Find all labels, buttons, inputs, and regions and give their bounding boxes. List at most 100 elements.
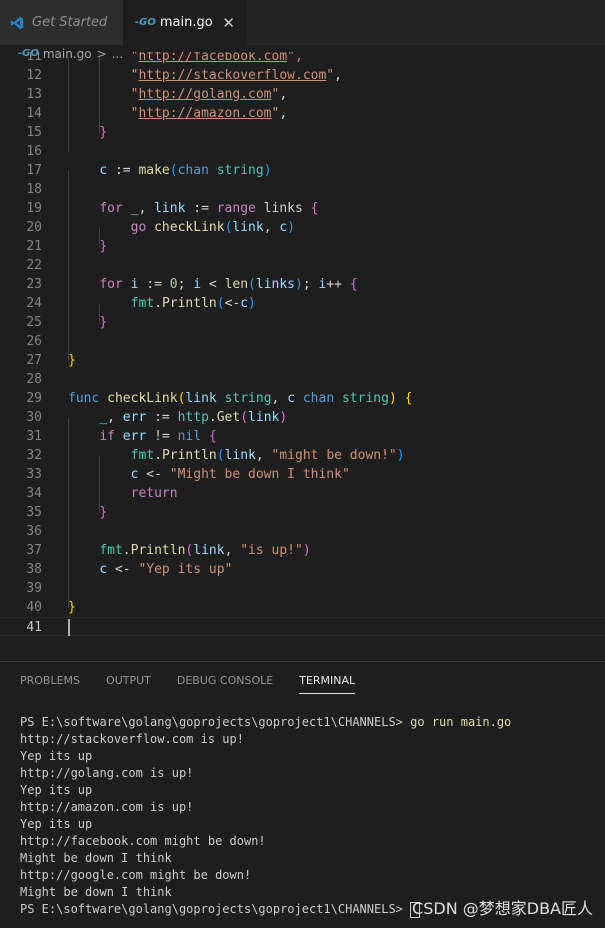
code-text: c := make(chan string) <box>68 161 272 180</box>
code-line[interactable]: 21 } <box>0 237 605 256</box>
code-token: fmt <box>99 543 123 558</box>
tab-debug-console[interactable]: DEBUG CONSOLE <box>177 674 273 694</box>
code-line[interactable]: 32 fmt.Println(link, "might be down!") <box>0 446 605 465</box>
code-editor[interactable]: 11 "http://facebook.com", 12 "http://stac… <box>0 52 605 644</box>
code-line[interactable]: 15 } <box>0 123 605 142</box>
code-token: . <box>154 448 162 463</box>
code-text: } <box>68 503 107 522</box>
code-token: ( <box>216 296 225 311</box>
code-token: ( <box>240 410 249 425</box>
line-number: 41 <box>26 620 42 635</box>
code-line[interactable]: 19 for _, link := range links { <box>0 199 605 218</box>
code-token: for <box>99 277 123 292</box>
code-token: ) <box>263 163 272 178</box>
code-token: { <box>310 201 319 216</box>
code-text: return <box>68 484 178 503</box>
code-line[interactable]: 17 c := make(chan string) <box>0 161 605 180</box>
line-number: 20 <box>26 220 42 235</box>
code-line[interactable]: 25 } <box>0 313 605 332</box>
code-token: { <box>404 391 413 406</box>
tab-get-started[interactable]: Get Started <box>0 0 123 45</box>
code-token: , <box>255 448 272 463</box>
code-line[interactable]: 41 <box>0 617 605 636</box>
code-token: { <box>208 429 217 444</box>
code-token: <- <box>224 296 241 311</box>
line-number: 33 <box>26 467 42 482</box>
code-token: for <box>99 201 123 216</box>
code-text: c <- "Might be down I think" <box>68 465 350 484</box>
code-line[interactable]: 33 c <- "Might be down I think" <box>0 465 605 484</box>
line-number: 19 <box>26 201 42 216</box>
code-line[interactable]: 18 <box>0 180 605 199</box>
code-line[interactable]: 14 "http://amazon.com", <box>0 104 605 123</box>
line-number: 24 <box>26 296 42 311</box>
code-token: , <box>263 220 280 235</box>
code-line[interactable]: 40} <box>0 598 605 617</box>
code-line[interactable]: 16 <box>0 142 605 161</box>
code-token: ) <box>396 448 405 463</box>
code-token: := <box>138 277 170 292</box>
code-line[interactable]: 35 } <box>0 503 605 522</box>
tab-output[interactable]: OUTPUT <box>106 674 151 694</box>
terminal-output: http://facebook.com might be down! <box>20 834 266 848</box>
code-token: Println <box>161 296 217 311</box>
code-token: ++ <box>326 277 350 292</box>
code-line[interactable]: 39 <box>0 579 605 598</box>
terminal-prompt: PS E:\software\golang\goprojects\goproje… <box>20 902 411 916</box>
line-number: 16 <box>26 144 42 159</box>
terminal-line: Might be down I think <box>20 850 511 867</box>
code-text: _, err := http.Get(link) <box>68 408 287 427</box>
tab-terminal[interactable]: TERMINAL <box>299 674 356 694</box>
terminal-output: http://stackoverflow.com is up! <box>20 732 244 746</box>
code-token: err <box>122 429 147 444</box>
code-line[interactable]: 13 "http://golang.com", <box>0 85 605 104</box>
tab-problems[interactable]: PROBLEMS <box>20 674 80 694</box>
text-cursor <box>68 619 70 636</box>
code-token: := <box>107 163 139 178</box>
code-token: Println <box>130 543 186 558</box>
code-text: } <box>68 598 76 617</box>
code-token: ", <box>287 52 303 64</box>
code-line[interactable]: 36 <box>0 522 605 541</box>
line-number: 36 <box>26 524 42 539</box>
code-line[interactable]: 30 _, err := http.Get(link) <box>0 408 605 427</box>
code-token: , <box>279 87 288 102</box>
close-icon[interactable]: ✕ <box>222 14 235 32</box>
code-line[interactable]: 31 if err != nil { <box>0 427 605 446</box>
code-text: if err != nil { <box>68 427 217 446</box>
code-token: "might be down!" <box>271 448 397 463</box>
code-line[interactable]: 20 go checkLink(link, c) <box>0 218 605 237</box>
tab-main-go[interactable]: -GO main.go ✕ <box>123 0 247 45</box>
code-line[interactable]: 22 <box>0 256 605 275</box>
terminal-output: http://google.com might be down! <box>20 868 252 882</box>
code-line[interactable]: 34 return <box>0 484 605 503</box>
code-token: , <box>224 543 241 558</box>
code-line[interactable]: 27} <box>0 351 605 370</box>
code-line[interactable]: 37 fmt.Println(link, "is up!") <box>0 541 605 560</box>
code-line[interactable]: 23 for i := 0; i < len(links); i++ { <box>0 275 605 294</box>
code-line[interactable]: 24 fmt.Println(<-c) <box>0 294 605 313</box>
code-token: link <box>232 220 264 235</box>
code-line[interactable]: 12 "http://stackoverflow.com", <box>0 66 605 85</box>
code-line[interactable]: 38 c <- "Yep its up" <box>0 560 605 579</box>
code-line[interactable]: 11 "http://facebook.com", <box>0 52 605 66</box>
code-token: return <box>130 486 178 501</box>
line-number: 34 <box>26 486 42 501</box>
code-text: for i := 0; i < len(links); i++ { <box>68 275 357 294</box>
code-token: } <box>99 125 108 140</box>
code-token: ( <box>248 277 256 292</box>
terminal[interactable]: PS E:\software\golang\goprojects\goproje… <box>20 714 511 918</box>
line-number: 30 <box>26 410 42 425</box>
code-text: func checkLink(link string, c chan strin… <box>68 389 412 408</box>
code-line[interactable]: 28 <box>0 370 605 389</box>
code-line[interactable]: 26 <box>0 332 605 351</box>
code-token: string <box>216 163 264 178</box>
code-token: } <box>99 505 108 520</box>
code-line[interactable]: 29 func checkLink(link string, c chan str… <box>0 389 605 408</box>
